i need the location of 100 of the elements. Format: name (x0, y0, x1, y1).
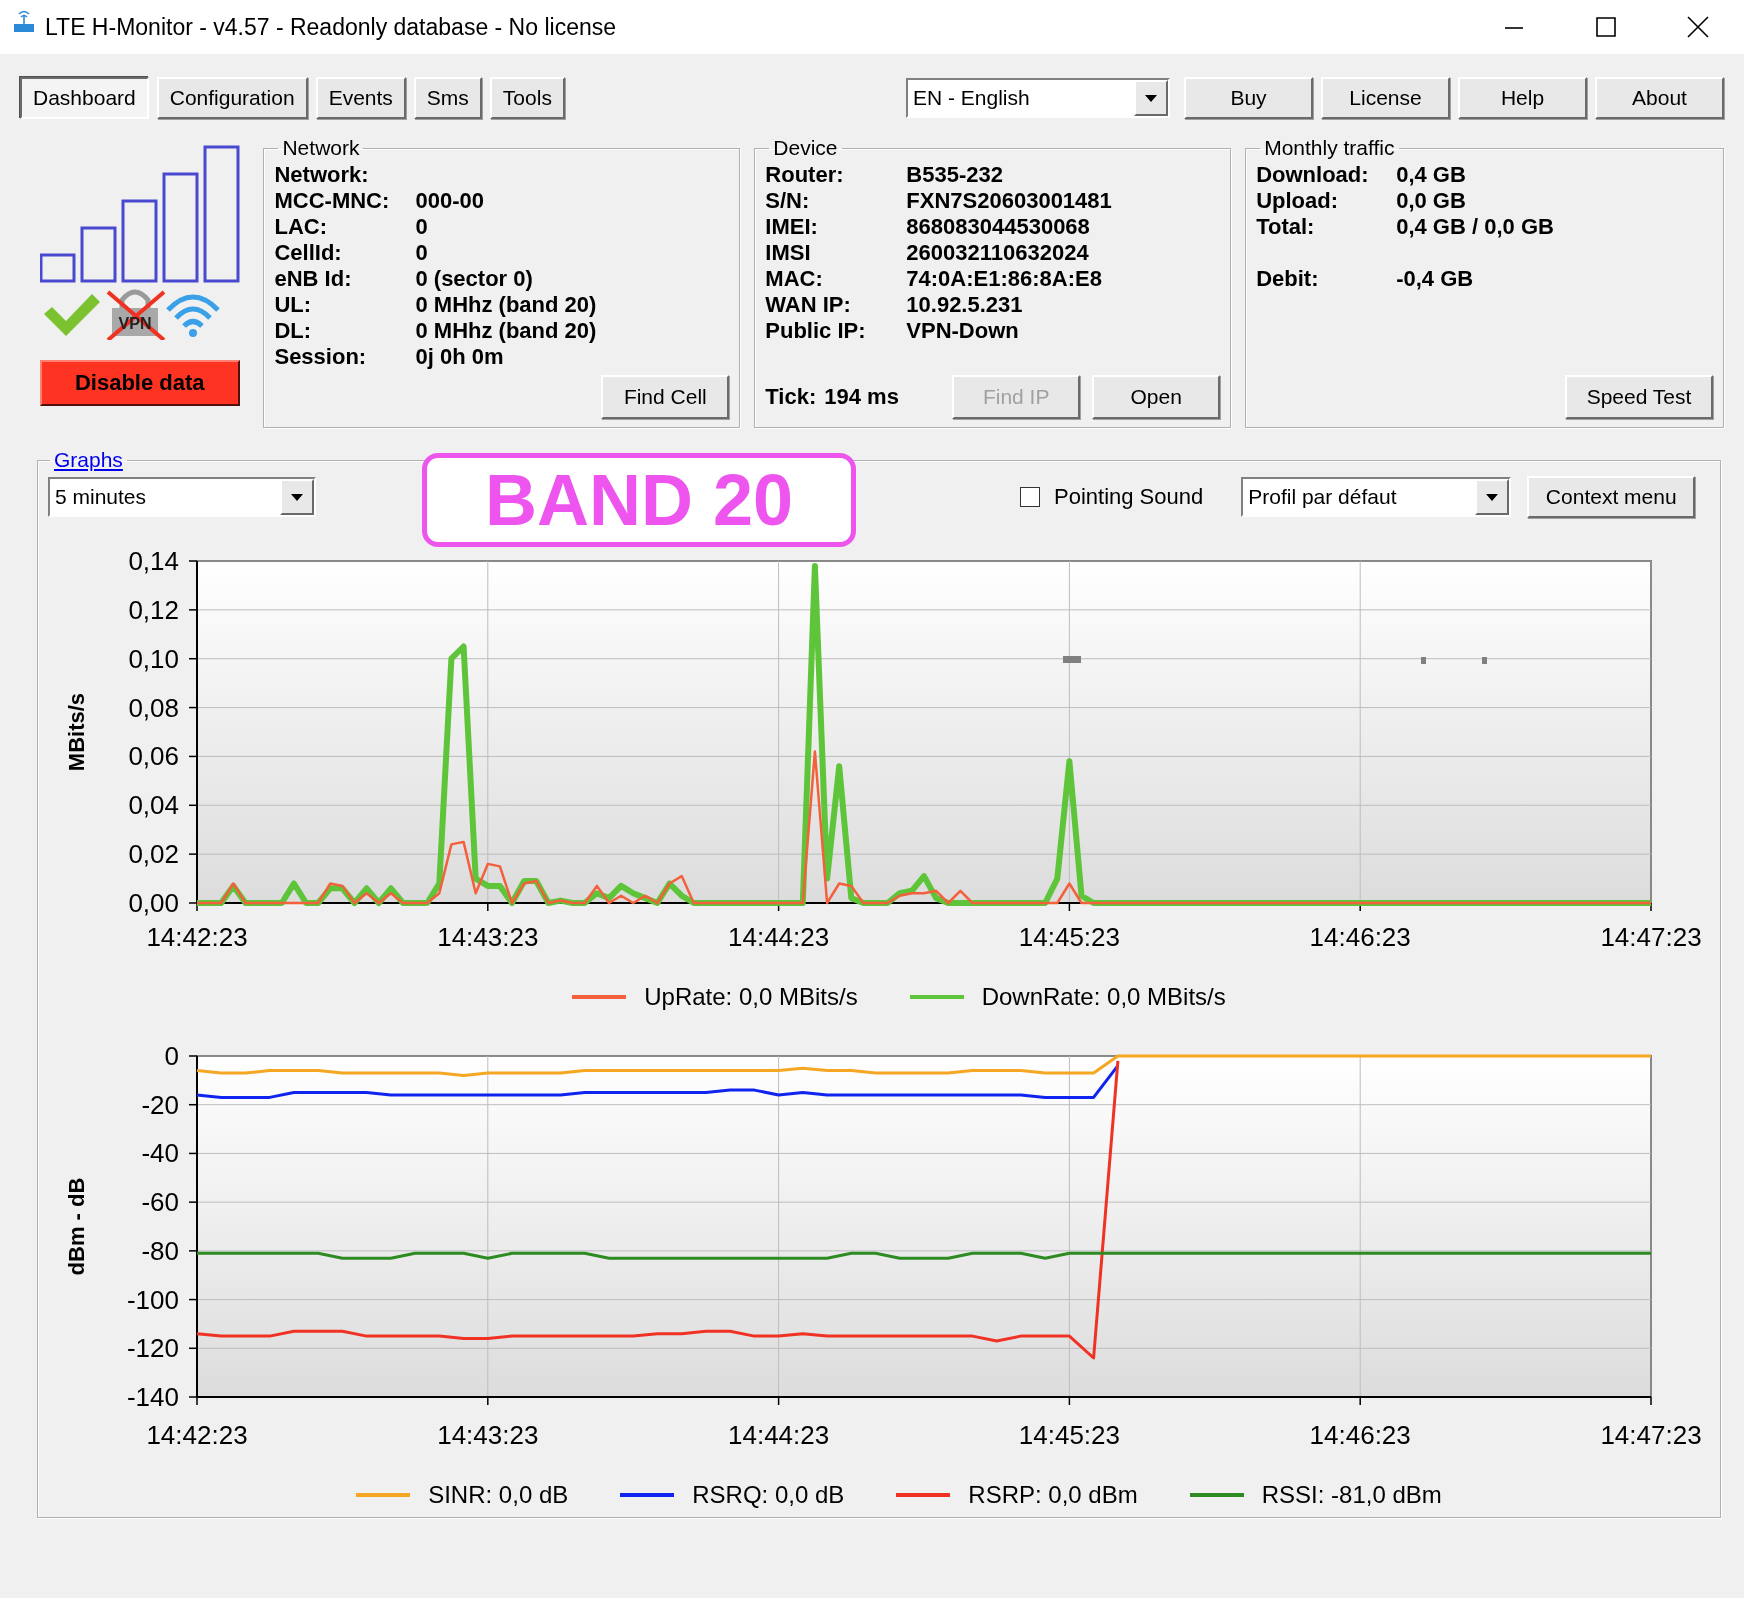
field-value: 0,0 GB (1396, 188, 1467, 214)
axis-label: -140 (126, 1382, 179, 1412)
tab[interactable]: Sms (413, 77, 482, 119)
checkbox[interactable] (1020, 487, 1040, 507)
field-value: B535-232 (906, 162, 1004, 188)
field-label: Tick: (765, 384, 817, 410)
axis-label: -40 (141, 1138, 179, 1169)
field-label: IMSI (765, 240, 812, 266)
axis-label: 0,00 (128, 888, 179, 918)
legend-label: RSRP: 0,0 dBm (968, 1481, 1138, 1509)
axis-label: 0,12 (128, 594, 179, 625)
period-dropdown[interactable]: 5 minutes (48, 477, 316, 517)
field-value: -0,4 GB (1396, 266, 1475, 292)
field-label: S/N: (765, 188, 811, 214)
field-value: 0 (415, 214, 429, 240)
field-value: 000-00 (415, 188, 485, 214)
tab[interactable]: Dashboard (20, 77, 149, 119)
field-label: Upload: (1256, 188, 1340, 214)
axis-label: 0,08 (128, 692, 179, 723)
toolbar-button[interactable]: License (1321, 77, 1450, 119)
field-value: 10.92.5.231 (906, 292, 1024, 318)
field-label: Download: (1256, 162, 1370, 188)
gap-marker (1482, 657, 1487, 664)
tab[interactable]: Tools (489, 77, 565, 119)
axis-label: 14:42:23 (146, 922, 248, 952)
axis-label: 14:42:23 (146, 1420, 248, 1450)
field-label: Public IP: (765, 318, 867, 344)
find-cell-button[interactable]: Find Cell (601, 375, 730, 419)
axis-label: 14:44:23 (728, 1420, 830, 1450)
dropdown-arrow-icon (1145, 94, 1157, 102)
field-label: LAC: (274, 214, 328, 240)
field-value: 0,4 GB / 0,0 GB (1396, 214, 1555, 240)
wifi-icon (165, 294, 221, 337)
axis-label: 14:46:23 (1309, 922, 1411, 952)
field-value: 868083044530068 (906, 214, 1091, 240)
close-icon[interactable] (1685, 16, 1711, 38)
disable-data-button[interactable]: Disable data (39, 360, 240, 406)
field-value: 0 (sector 0) (415, 266, 534, 292)
axis-label: 0,10 (128, 643, 179, 674)
axis-label: 14:46:23 (1309, 1420, 1411, 1450)
axis-label: 14:43:23 (437, 1420, 539, 1450)
field-label: Debit: (1256, 266, 1320, 292)
axis-label: 0,02 (128, 839, 179, 870)
axis-label: 14:43:23 (437, 922, 539, 952)
toolbar-button[interactable]: About (1595, 77, 1724, 119)
toolbar-button[interactable]: Buy (1184, 77, 1313, 119)
axis-title: MBits/s (64, 692, 89, 772)
field-value: 0 (415, 240, 429, 266)
axis-label: -60 (141, 1187, 179, 1218)
axis-label: -100 (126, 1284, 179, 1315)
field-label: WAN IP: (765, 292, 852, 318)
profile-dropdown[interactable]: Profil par défaut (1241, 477, 1512, 517)
legend-label: RSRQ: 0,0 dB (692, 1481, 845, 1509)
field-value: 0j 0h 0m (415, 344, 505, 370)
speed-test-button[interactable]: Speed Test (1565, 375, 1713, 419)
axis-label: 14:44:23 (728, 922, 830, 952)
field-label: IMEI: (765, 214, 819, 240)
language-dropdown[interactable]: EN - English (906, 78, 1170, 118)
gap-marker (1063, 656, 1081, 663)
panel-button[interactable]: Open (1092, 375, 1221, 419)
axis-label: 0,06 (128, 741, 179, 772)
context-menu-button[interactable]: Context menu (1527, 476, 1696, 518)
toolbar-button[interactable]: Help (1458, 77, 1587, 119)
maximize-icon[interactable] (1593, 16, 1619, 38)
axis-label: 14:47:23 (1600, 922, 1702, 952)
axis-label: 14:47:23 (1600, 1420, 1702, 1450)
group-title: Device (772, 136, 839, 160)
field-label: CellId: (274, 240, 343, 266)
checkbox-label: Pointing Sound (1054, 484, 1204, 510)
window-title: LTE H-Monitor - v4.57 - Readonly database - No license (45, 13, 616, 41)
dropdown-arrow-icon (1486, 493, 1499, 501)
axis-label: 0,14 (128, 546, 179, 576)
field-value: FXN7S20603001481 (906, 188, 1113, 214)
legend-label: DownRate: 0,0 MBits/s (981, 983, 1226, 1011)
field-value: 0,4 GB (1396, 162, 1467, 188)
field-label: eNB Id: (274, 266, 353, 292)
group-title: Monthly traffic (1263, 136, 1396, 160)
axis-title: dBm - dB (64, 1177, 89, 1276)
field-value: 0 MHhz (band 20) (415, 318, 598, 344)
field-label: Network: (274, 162, 370, 188)
tab[interactable]: Events (315, 77, 406, 119)
field-value: 74:0A:E1:86:8A:E8 (906, 266, 1103, 292)
signal-bars-icon (39, 145, 240, 283)
group-title: Network (281, 136, 361, 160)
dropdown-arrow-icon (291, 493, 303, 501)
field-label: MCC-MNC: (274, 188, 391, 214)
band-badge: BAND 20 (422, 453, 856, 547)
graphs-link[interactable]: Graphs (54, 448, 123, 471)
legend-label: RSSI: -81,0 dBm (1261, 1481, 1442, 1509)
axis-label: 0,04 (128, 790, 179, 821)
gap-marker (1421, 657, 1426, 664)
axis-label: 0 (164, 1041, 179, 1071)
field-label: Total: (1256, 214, 1316, 240)
axis-label: 14:45:23 (1018, 1420, 1120, 1450)
legend-label: UpRate: 0,0 MBits/s (644, 983, 858, 1011)
axis-label: -120 (126, 1333, 179, 1364)
axis-label: -80 (141, 1235, 179, 1266)
axis-label: 14:45:23 (1018, 922, 1120, 952)
field-value: 0 MHhz (band 20) (415, 292, 598, 318)
tab[interactable]: Configuration (156, 77, 308, 119)
